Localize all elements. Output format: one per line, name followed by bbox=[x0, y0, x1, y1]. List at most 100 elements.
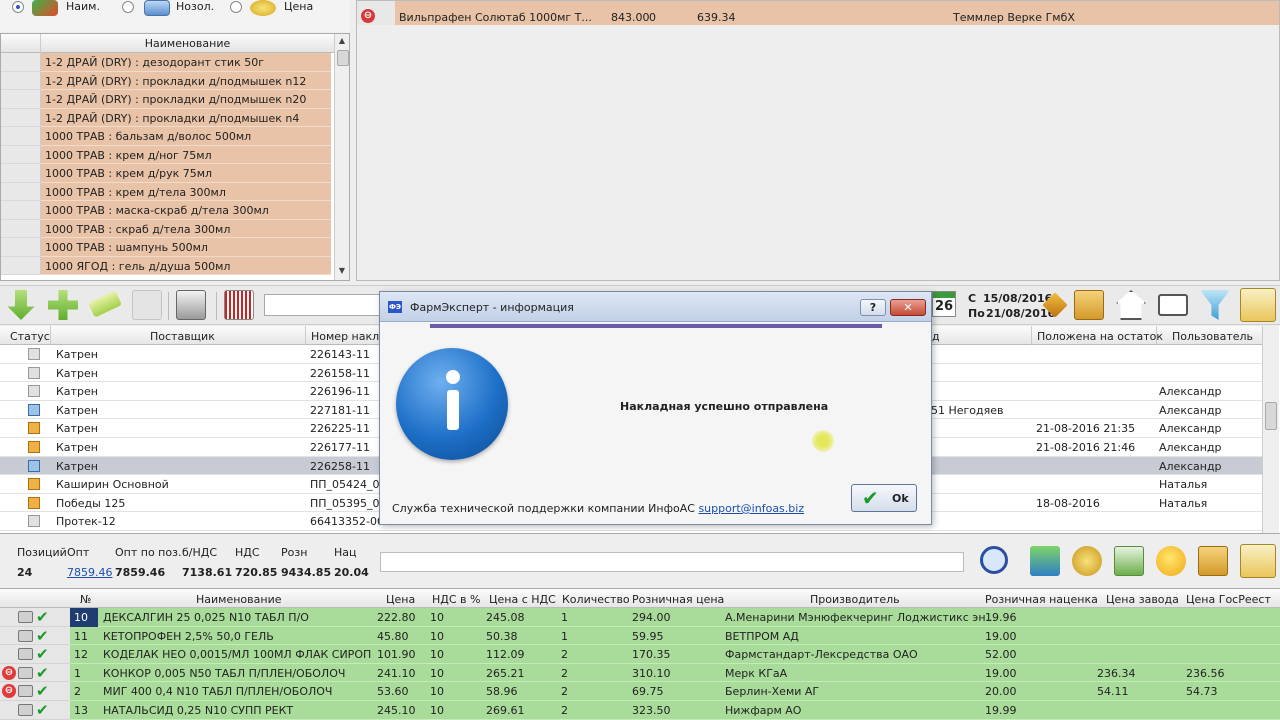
print-icon[interactable] bbox=[176, 290, 206, 320]
calendar-icon[interactable]: 26 bbox=[932, 291, 956, 317]
goods-price: 241.10 bbox=[377, 666, 416, 680]
product-row[interactable]: 1-2 ДРАЙ (DRY) : дезодорант стик 50г bbox=[1, 53, 334, 72]
product-row[interactable]: 1000 ТРАВ : скраб д/тела 300мл bbox=[1, 219, 334, 238]
goods-num-cell[interactable]: 2 bbox=[70, 682, 98, 701]
label-opt-by-pos: Опт по поз. bbox=[115, 546, 182, 559]
product-row[interactable]: 1000 ТРАВ : шампунь 500мл bbox=[1, 238, 334, 257]
goods-row[interactable]: ✔ 11 КЕТОПРОФЕН 2,5% 50,0 ГЕЛЬ 45.80 10 50.38… bbox=[0, 626, 1280, 646]
offer-row[interactable]: ⊖ Вильпрафен Солютаб 1000мг Т... 843.00 … bbox=[357, 1, 1279, 25]
printer-icon[interactable] bbox=[18, 685, 33, 698]
close-button[interactable]: ✕ bbox=[890, 299, 926, 316]
money-chart-icon[interactable] bbox=[1114, 546, 1144, 576]
goods-row[interactable]: ✔ 10 ДЕКСАЛГИН 25 0,025 N10 ТАБЛ П/О 222.80… bbox=[0, 608, 1280, 627]
goods-num-cell[interactable]: 11 bbox=[70, 627, 98, 646]
product-row[interactable]: 1-2 ДРАЙ (DRY) : прокладки д/подмышек n1… bbox=[1, 71, 334, 90]
product-row[interactable]: 1000 ТРАВ : крем д/рук 75мл bbox=[1, 164, 334, 183]
ok-button[interactable]: ✔ Ok bbox=[851, 484, 917, 512]
edit-icon[interactable] bbox=[88, 290, 122, 318]
col-extra[interactable]: д bbox=[932, 330, 940, 343]
checkmark-icon[interactable]: ✔ bbox=[36, 608, 49, 626]
product-row[interactable]: 1-2 ДРАЙ (DRY) : прокладки д/подмышек n2… bbox=[1, 90, 334, 109]
col-num[interactable]: № bbox=[80, 593, 91, 606]
product-list-scrollbar[interactable]: ▲ ▼ bbox=[334, 34, 349, 280]
add-icon[interactable] bbox=[48, 290, 78, 320]
goods-row[interactable]: ✔ 13 НАТАЛЬСИД 0,25 N10 СУПП РЕКТ 245.10 10 2… bbox=[0, 701, 1280, 720]
value-opt-link[interactable]: 7859.46 bbox=[67, 566, 113, 579]
invoice-user: Александр bbox=[1159, 403, 1222, 417]
pin-icon[interactable] bbox=[1240, 288, 1276, 322]
support-email-link[interactable]: support@infoas.biz bbox=[698, 502, 804, 515]
column-header-name[interactable]: Наименование bbox=[41, 37, 334, 50]
checkmark-icon[interactable]: ✔ bbox=[36, 627, 49, 645]
printer-icon[interactable] bbox=[18, 704, 33, 716]
checkmark-icon[interactable]: ✔ bbox=[36, 664, 49, 682]
invoice-search-input[interactable] bbox=[264, 294, 382, 316]
help-button[interactable]: ? bbox=[860, 299, 886, 316]
col-price-vat[interactable]: Цена с НДС bbox=[489, 593, 556, 606]
smiley-icon[interactable] bbox=[1156, 546, 1186, 576]
product-row[interactable]: 1000 ТРАВ : крем д/ног 75мл bbox=[1, 145, 334, 164]
radio-nosology[interactable] bbox=[122, 1, 134, 13]
col-status[interactable]: Статус bbox=[10, 330, 50, 343]
scrollbar-thumb[interactable] bbox=[337, 50, 349, 66]
box-icon[interactable] bbox=[1074, 290, 1104, 320]
col-vat[interactable]: НДС в % bbox=[432, 593, 480, 606]
barcode-icon[interactable] bbox=[224, 290, 254, 320]
date-to[interactable]: 21/08/2016 bbox=[986, 307, 1055, 320]
scrollbar-thumb[interactable] bbox=[1265, 402, 1277, 430]
radio-name[interactable] bbox=[12, 1, 24, 13]
download-icon[interactable] bbox=[7, 290, 35, 320]
product-row[interactable]: 1000 ТРАВ : крем д/тела 300мл bbox=[1, 182, 334, 201]
col-supplier[interactable]: Поставщик bbox=[150, 330, 215, 343]
col-gosreestr[interactable]: Цена ГосРеест bbox=[1186, 593, 1271, 606]
col-number[interactable]: Номер накла bbox=[311, 330, 386, 343]
product-row[interactable]: 1-2 ДРАЙ (DRY) : прокладки д/подмышек n4 bbox=[1, 108, 334, 127]
col-maker[interactable]: Производитель bbox=[810, 593, 900, 606]
invoice-posted: 21-08-2016 21:46 bbox=[1036, 441, 1136, 454]
home-icon[interactable] bbox=[1116, 290, 1146, 320]
checkmark-icon[interactable]: ✔ bbox=[36, 701, 49, 719]
pin-icon[interactable] bbox=[1240, 544, 1276, 578]
goods-search-input[interactable] bbox=[380, 552, 964, 572]
dialog-titlebar[interactable]: ФЭ ФармЭксперт - информация ? ✕ bbox=[380, 292, 931, 322]
goods-num-cell[interactable]: 12 bbox=[70, 645, 98, 664]
col-posted[interactable]: Положена на остаток bbox=[1037, 330, 1163, 343]
col-name[interactable]: Наименование bbox=[196, 593, 281, 606]
checkmark-icon[interactable]: ✔ bbox=[36, 682, 49, 700]
goods-row[interactable]: ✔ 12 КОДЕЛАК НЕО 0,0015/МЛ 100МЛ ФЛАК СИРО… bbox=[0, 645, 1280, 664]
printer-icon[interactable] bbox=[18, 611, 33, 623]
date-from[interactable]: 15/08/2016 bbox=[983, 292, 1052, 305]
product-name: 1000 ЯГОД : гель д/душа 500мл bbox=[41, 256, 331, 275]
col-factory[interactable]: Цена завода bbox=[1106, 593, 1179, 606]
checkmark-icon[interactable]: ✔ bbox=[36, 645, 49, 663]
product-row[interactable]: 1000 ТРАВ : бальзам д/волос 500мл bbox=[1, 127, 334, 146]
goods-row[interactable]: ⊖ ✔ 2 МИГ 400 0,4 N10 ТАБЛ П/ПЛЕН/ОБОЛОЧ 53.… bbox=[0, 682, 1280, 701]
goods-num-cell[interactable]: 1 bbox=[70, 664, 98, 683]
col-price[interactable]: Цена bbox=[386, 593, 415, 606]
coins-icon[interactable] bbox=[1072, 546, 1102, 576]
table-export-icon[interactable] bbox=[1030, 546, 1060, 576]
printer-icon[interactable] bbox=[18, 629, 33, 642]
col-markup[interactable]: Розничная наценка bbox=[985, 593, 1098, 606]
product-row[interactable]: 1000 ЯГОД : гель д/душа 500мл bbox=[1, 256, 334, 275]
copy-icon[interactable] bbox=[132, 290, 162, 320]
invoice-supplier: Протек-12 bbox=[56, 515, 116, 529]
printer-icon[interactable] bbox=[18, 648, 33, 661]
book-icon[interactable] bbox=[1158, 294, 1188, 316]
radio-price[interactable] bbox=[230, 1, 242, 13]
box-icon[interactable] bbox=[1198, 546, 1228, 576]
scroll-down-icon[interactable]: ▼ bbox=[335, 266, 349, 275]
goods-num-cell[interactable]: 13 bbox=[70, 701, 98, 720]
product-row[interactable]: 1000 ТРАВ : маска-скраб д/тела 300мл bbox=[1, 201, 334, 220]
col-retail[interactable]: Розничная цена bbox=[632, 593, 724, 606]
invoices-scrollbar[interactable] bbox=[1262, 326, 1279, 533]
search-icon[interactable] bbox=[980, 546, 1008, 574]
goods-num-cell[interactable]: 10 bbox=[70, 608, 98, 627]
filter-icon[interactable] bbox=[1200, 290, 1230, 320]
printer-icon[interactable] bbox=[18, 666, 33, 679]
goods-row[interactable]: ⊖ ✔ 1 КОНКОР 0,005 N50 ТАБЛ П/ПЛЕН/ОБОЛОЧ 24… bbox=[0, 663, 1280, 683]
col-user[interactable]: Пользователь bbox=[1172, 330, 1253, 343]
scroll-up-icon[interactable]: ▲ bbox=[335, 36, 349, 45]
box-icon bbox=[28, 478, 40, 491]
col-qty[interactable]: Количество bbox=[562, 593, 630, 606]
